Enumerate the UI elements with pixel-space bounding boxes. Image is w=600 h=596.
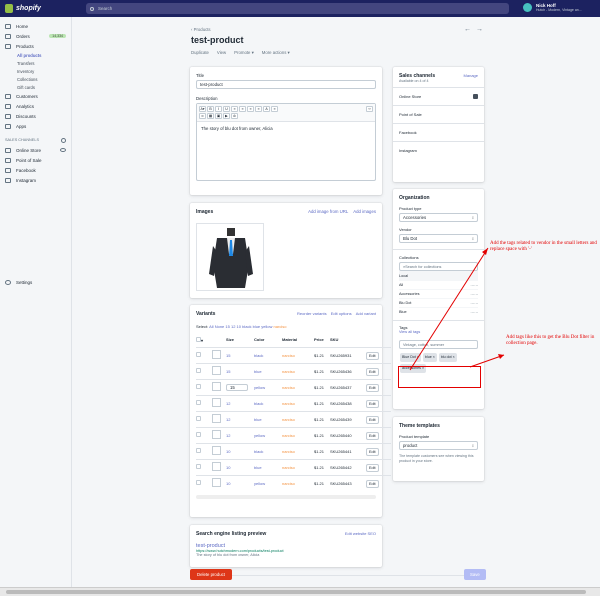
products-icon (5, 43, 11, 49)
sidebar-item-label: Point of Sale (16, 157, 42, 163)
sidebar: Home Orders 14,334 Products All products … (0, 17, 72, 587)
avatar (523, 3, 532, 12)
sidebar-subitem-transfers[interactable]: Transfers (0, 59, 71, 67)
sidebar-item-label: Settings (16, 279, 33, 285)
sidebar-item-label: Orders (16, 33, 30, 39)
shopify-logo[interactable]: shopify (0, 4, 70, 13)
apps-icon (5, 123, 11, 129)
home-icon (5, 23, 11, 29)
sidebar-item-orders[interactable]: Orders 14,334 (0, 31, 71, 41)
annotation-vendor-tags: Add the tags related to vendor in the sm… (490, 241, 597, 252)
shopify-bag-icon (5, 4, 13, 13)
gear-icon (5, 279, 11, 285)
analytics-icon (5, 103, 11, 109)
orders-icon (5, 33, 11, 39)
sidebar-item-label: Products (16, 43, 34, 49)
user-store: Hutch - Modern, Vintage an... (536, 8, 582, 12)
sidebar-item-label: Discounts (16, 113, 36, 119)
sidebar-item-label: Analytics (16, 103, 35, 109)
eye-icon[interactable] (60, 148, 66, 152)
sidebar-item-discounts[interactable]: Discounts (0, 111, 71, 121)
arrow-tags (469, 354, 505, 368)
sidebar-item-label: Online Store (16, 147, 42, 153)
search-input[interactable]: Search (86, 3, 509, 14)
sales-channels-heading-text: SALES CHANNELS (5, 138, 39, 142)
facebook-icon (5, 167, 11, 173)
scrollbar-thumb[interactable] (6, 590, 586, 594)
sidebar-item-label: Home (16, 23, 29, 29)
sidebar-subitem-all-products[interactable]: All products (0, 51, 71, 59)
user-menu[interactable]: Nick Hoff Hutch - Modern, Vintage an... (523, 3, 582, 12)
discounts-icon (5, 113, 11, 119)
sidebar-subitem-collections[interactable]: Collections (0, 75, 71, 83)
sidebar-item-point-of-sale[interactable]: Point of Sale (0, 155, 71, 165)
sidebar-item-label: Facebook (16, 167, 36, 173)
annotation-arrows (409, 247, 505, 371)
sidebar-item-facebook[interactable]: Facebook (0, 165, 71, 175)
sidebar-item-online-store[interactable]: Online Store (0, 145, 71, 155)
top-bar: shopify Search Nick Hoff Hutch - Modern,… (0, 0, 600, 17)
horizontal-scrollbar[interactable] (0, 587, 600, 596)
search-icon (90, 6, 94, 11)
sidebar-item-apps[interactable]: Apps (0, 121, 71, 131)
sidebar-item-home[interactable]: Home (0, 21, 71, 31)
sidebar-item-products[interactable]: Products (0, 41, 71, 51)
arrow-vendor (409, 247, 489, 371)
sidebar-subitem-gift-cards[interactable]: Gift cards (0, 83, 71, 91)
sales-channels-heading: SALES CHANNELS (0, 135, 71, 145)
sidebar-item-settings[interactable]: Settings (0, 277, 32, 287)
customers-icon (5, 93, 11, 99)
pos-icon (5, 157, 11, 163)
search-placeholder: Search (98, 6, 113, 11)
sidebar-item-instagram[interactable]: Instagram (0, 175, 71, 185)
main-content: ‹ Products ←→ test-product Duplicate Vie… (72, 17, 600, 587)
sidebar-item-label: Instagram (16, 177, 37, 183)
logo-text: shopify (16, 5, 41, 12)
sidebar-item-customers[interactable]: Customers (0, 91, 71, 101)
store-icon (5, 147, 11, 153)
sidebar-item-label: Apps (16, 123, 27, 129)
sidebar-item-label: Customers (16, 93, 38, 99)
instagram-icon (5, 177, 11, 183)
arrowhead-vendor (482, 248, 488, 255)
sidebar-subitem-inventory[interactable]: Inventory (0, 67, 71, 75)
add-channel-icon[interactable] (61, 137, 66, 143)
orders-count-badge: 14,334 (49, 34, 66, 38)
annotation-blu-dot-filter: Add tags like this to get the Blu Dot fi… (506, 335, 595, 346)
sidebar-item-analytics[interactable]: Analytics (0, 101, 71, 111)
